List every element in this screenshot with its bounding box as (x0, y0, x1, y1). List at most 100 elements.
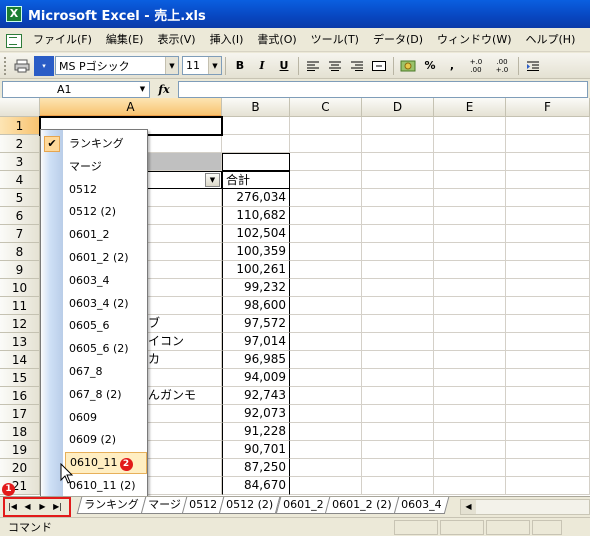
sheet-tab[interactable]: 0601_2 (275, 497, 331, 514)
grid-cell[interactable] (290, 279, 362, 297)
grid-cell[interactable] (506, 315, 590, 333)
sheet-list-item[interactable]: 0603_4 (41, 270, 147, 292)
grid-cell[interactable] (290, 243, 362, 261)
sheet-list-item[interactable]: 0605_6 (41, 315, 147, 337)
grid-cell[interactable] (506, 441, 590, 459)
grid-cell[interactable] (506, 171, 590, 189)
grid-cell[interactable] (434, 135, 506, 153)
grid-cell[interactable] (362, 207, 434, 225)
grid-cell[interactable] (506, 405, 590, 423)
chevron-down-icon[interactable]: ▼ (165, 57, 178, 74)
grid-cell[interactable] (506, 387, 590, 405)
sheet-list-item[interactable]: 0609 (41, 407, 147, 429)
grid-cell[interactable] (290, 135, 362, 153)
merge-center-icon[interactable] (369, 56, 389, 76)
grid-cell[interactable] (434, 423, 506, 441)
sheet-list-item[interactable]: 0605_6 (2) (41, 338, 147, 360)
grid-cell[interactable] (434, 117, 506, 135)
cell-a16[interactable]: んガンモ (148, 387, 222, 405)
grid-cell[interactable] (362, 441, 434, 459)
horizontal-scrollbar[interactable]: ◀ (460, 499, 590, 515)
row-header[interactable]: 10 (0, 279, 40, 297)
row-header[interactable]: 11 (0, 297, 40, 315)
sheet-list-item[interactable]: 067_8 (41, 361, 147, 383)
total-cell[interactable]: 102,504 (222, 225, 290, 243)
grid-cell[interactable] (506, 261, 590, 279)
autofilter-dropdown-icon[interactable]: ▼ (205, 173, 220, 187)
font-name-select[interactable]: MS Pゴシック ▼ (55, 56, 179, 75)
grid-cell[interactable] (434, 171, 506, 189)
row-header[interactable]: 17 (0, 405, 40, 423)
grid-cell[interactable] (290, 225, 362, 243)
grid-cell[interactable] (362, 135, 434, 153)
row-header[interactable]: 7 (0, 225, 40, 243)
total-cell[interactable]: 90,701 (222, 441, 290, 459)
grid-cell[interactable] (434, 261, 506, 279)
indent-icon[interactable] (523, 56, 543, 76)
row-header[interactable]: 20 (0, 459, 40, 477)
grid-cell[interactable] (506, 333, 590, 351)
menu-edit[interactable]: 編集(E) (99, 29, 151, 51)
grid-cell[interactable] (362, 333, 434, 351)
row-header[interactable]: 19 (0, 441, 40, 459)
total-cell[interactable]: 276,034 (222, 189, 290, 207)
sheet-list-item[interactable]: 0603_4 (2) (41, 293, 147, 315)
function-icon[interactable]: fx (150, 83, 178, 96)
sheet-tab[interactable]: 0512 (2) (219, 497, 281, 514)
next-sheet-icon[interactable]: ▶ (36, 500, 49, 513)
grid-cell[interactable] (290, 189, 362, 207)
name-box[interactable]: A1 ▼ (2, 80, 150, 98)
align-right-icon[interactable] (347, 56, 367, 76)
grid-cell[interactable] (362, 423, 434, 441)
grid-cell[interactable] (362, 189, 434, 207)
grid-cell[interactable] (362, 117, 434, 135)
sheet-tab[interactable]: ランキング (76, 497, 146, 514)
sheet-list-item[interactable]: 0601_2 (41, 224, 147, 246)
grid-cell[interactable] (506, 189, 590, 207)
grid-cell[interactable] (434, 369, 506, 387)
cell-a14[interactable]: カ (148, 351, 222, 369)
grid-cell[interactable] (362, 477, 434, 495)
total-cell[interactable]: 110,682 (222, 207, 290, 225)
total-cell[interactable]: 84,670 (222, 477, 290, 495)
increase-decimal-button[interactable]: +.0 .00 (464, 56, 488, 76)
sheet-list-item[interactable]: 0512 (41, 179, 147, 201)
row-header[interactable]: 5 (0, 189, 40, 207)
toolbar-grip[interactable] (4, 56, 7, 75)
grid-cell[interactable] (506, 207, 590, 225)
grid-cell[interactable] (362, 387, 434, 405)
grid-cell[interactable] (362, 261, 434, 279)
decrease-decimal-button[interactable]: .00 +.0 (490, 56, 514, 76)
grid-cell[interactable] (362, 459, 434, 477)
row-header[interactable]: 16 (0, 387, 40, 405)
grid-cell[interactable] (290, 459, 362, 477)
italic-button[interactable]: I (252, 56, 272, 76)
grid-cell[interactable] (506, 459, 590, 477)
grid-cell[interactable] (290, 441, 362, 459)
grid-cell[interactable] (362, 171, 434, 189)
column-header-e[interactable]: E (434, 98, 506, 117)
header-cell-b3[interactable] (222, 153, 290, 171)
column-header-f[interactable]: F (506, 98, 590, 117)
row-header[interactable]: 8 (0, 243, 40, 261)
grid-cell[interactable] (362, 405, 434, 423)
total-cell[interactable]: 100,359 (222, 243, 290, 261)
sheet-list-item[interactable]: 0512 (2) (41, 201, 147, 223)
total-cell[interactable]: 100,261 (222, 261, 290, 279)
bold-button[interactable]: B (230, 56, 250, 76)
menu-data[interactable]: データ(D) (366, 29, 430, 51)
row-header[interactable]: 4 (0, 171, 40, 189)
menu-help[interactable]: ヘルプ(H) (519, 29, 583, 51)
percent-button[interactable]: % (420, 56, 440, 76)
grid-cell[interactable] (506, 351, 590, 369)
grid-cell[interactable] (506, 117, 590, 135)
sheet-list-item[interactable]: 0601_2 (2) (41, 247, 147, 269)
menu-insert[interactable]: 挿入(I) (203, 29, 251, 51)
column-header-c[interactable]: C (290, 98, 362, 117)
grid-cell[interactable] (290, 351, 362, 369)
total-cell[interactable]: 92,073 (222, 405, 290, 423)
total-cell[interactable]: 94,009 (222, 369, 290, 387)
grid-cell[interactable] (222, 117, 290, 135)
total-cell[interactable]: 96,985 (222, 351, 290, 369)
total-cell[interactable]: 98,600 (222, 297, 290, 315)
